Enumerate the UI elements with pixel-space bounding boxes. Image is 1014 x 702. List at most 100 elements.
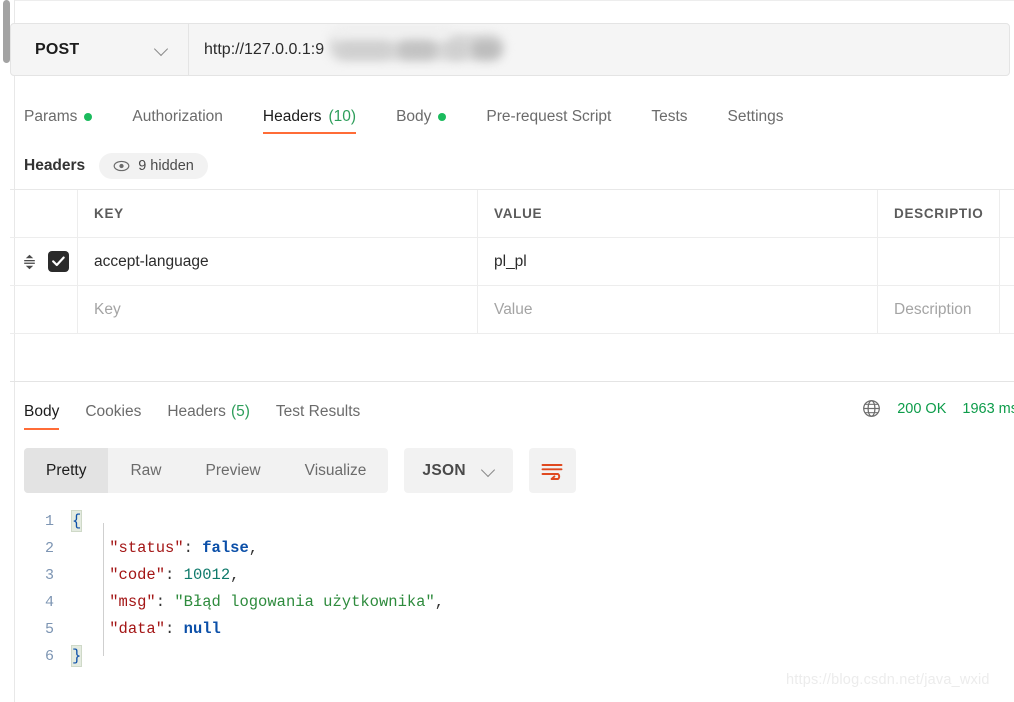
table-header-row: KEY VALUE DESCRIPTIO	[10, 190, 1014, 238]
view-mode-preview[interactable]: Preview	[184, 448, 283, 493]
view-mode-label: Raw	[130, 462, 161, 480]
new-row-key-input[interactable]: Key	[78, 286, 478, 333]
request-tab-headers[interactable]: Headers (10)	[263, 98, 372, 134]
new-row-value-input[interactable]: Value	[478, 286, 878, 333]
response-tab-label: Cookies	[85, 403, 141, 421]
response-tab-headers[interactable]: Headers (5)	[167, 394, 250, 430]
response-time: 1963 ms	[962, 401, 1014, 417]
view-mode-pretty[interactable]: Pretty	[24, 448, 108, 493]
response-tabs: Body Cookies Headers (5) Test Results 200 OK…	[10, 394, 1014, 432]
code-token: ,	[435, 593, 444, 611]
code-token: {	[72, 511, 81, 531]
code-line-content[interactable]: "code": 10012,	[72, 562, 1014, 589]
response-tab-cookies[interactable]: Cookies	[85, 394, 141, 430]
header-cell-controls	[10, 190, 78, 237]
code-line-content[interactable]: "msg": "Błąd logowania użytkownika",	[72, 589, 1014, 616]
code-token: }	[72, 646, 81, 666]
table-row[interactable]: accept-language pl_pl	[10, 238, 1014, 286]
code-line: 1{	[10, 508, 1014, 535]
view-mode-visualize[interactable]: Visualize	[283, 448, 389, 493]
scrollbar-thumb[interactable]	[3, 0, 10, 63]
request-tab-authorization[interactable]: Authorization	[132, 98, 238, 134]
new-row-description-placeholder: Description	[894, 301, 972, 319]
hidden-headers-toggle[interactable]: 9 hidden	[99, 153, 208, 179]
request-tab-body[interactable]: Body	[396, 98, 462, 134]
drag-handle-icon[interactable]	[22, 254, 37, 270]
code-token: :	[184, 539, 203, 557]
request-tab-params[interactable]: Params	[24, 98, 108, 134]
active-tab-underline	[263, 132, 356, 135]
response-tab-body[interactable]: Body	[24, 394, 59, 430]
code-line-number: 5	[10, 616, 72, 643]
request-tab-label: Body	[396, 108, 431, 126]
code-line-content[interactable]: }	[72, 643, 1014, 670]
url-text: http://127.0.0.1:9	[204, 41, 324, 59]
wrap-lines-icon	[541, 462, 563, 480]
code-token: "data"	[109, 620, 165, 638]
column-header-value: VALUE	[478, 190, 878, 237]
url-bar: POST http://127.0.0.1:9	[10, 23, 1010, 76]
response-body-code-viewer[interactable]: 1{2 "status": false,3 "code": 10012,4 "m…	[10, 508, 1014, 694]
view-mode-label: Visualize	[305, 462, 367, 480]
code-line-content[interactable]: {	[72, 508, 1014, 535]
response-tab-label: Headers	[167, 403, 226, 421]
request-tab-label: Headers	[263, 108, 322, 126]
code-line: 4 "msg": "Błąd logowania użytkownika",	[10, 589, 1014, 616]
code-token: "status"	[109, 539, 183, 557]
response-view-mode-group: Pretty Raw Preview Visualize	[24, 448, 388, 493]
row-key-input[interactable]: accept-language	[78, 238, 478, 285]
code-token: :	[165, 566, 184, 584]
row-description-input[interactable]	[878, 238, 1000, 285]
response-tab-label: Body	[24, 403, 59, 421]
request-tab-label: Pre-request Script	[486, 108, 611, 126]
table-row-new[interactable]: Key Value Description	[10, 286, 1014, 334]
code-line: 3 "code": 10012,	[10, 562, 1014, 589]
wrap-lines-button[interactable]	[529, 448, 576, 493]
code-indent-guide	[103, 523, 104, 656]
globe-icon	[862, 399, 881, 418]
row-value-input[interactable]: pl_pl	[478, 238, 878, 285]
code-line-content[interactable]: "data": null	[72, 616, 1014, 643]
response-tab-test-results[interactable]: Test Results	[276, 394, 360, 430]
view-mode-raw[interactable]: Raw	[108, 448, 183, 493]
column-header-key: KEY	[78, 190, 478, 237]
chevron-down-icon	[482, 464, 495, 477]
code-line: 2 "status": false,	[10, 535, 1014, 562]
request-tab-tests[interactable]: Tests	[651, 98, 703, 134]
headers-table: KEY VALUE DESCRIPTIO accept-language	[10, 189, 1014, 334]
headers-section-title: Headers	[24, 157, 85, 175]
request-tab-pre-request-script[interactable]: Pre-request Script	[486, 98, 627, 134]
hidden-headers-label: 9 hidden	[138, 158, 194, 174]
row-controls-new	[10, 286, 78, 333]
code-line-number: 4	[10, 589, 72, 616]
column-header-key-label: KEY	[94, 206, 124, 221]
new-row-description-input[interactable]: Description	[878, 286, 1000, 333]
http-method-select[interactable]: POST	[11, 24, 189, 75]
row-enabled-checkbox[interactable]	[48, 251, 69, 272]
check-icon	[52, 256, 65, 267]
new-row-value-placeholder: Value	[494, 301, 533, 319]
request-tab-settings[interactable]: Settings	[728, 98, 800, 134]
headers-subbar: Headers 9 hidden	[10, 148, 1010, 184]
request-tab-label: Tests	[651, 108, 687, 126]
column-header-description-label: DESCRIPTIO	[894, 206, 984, 221]
view-mode-label: Preview	[206, 462, 261, 480]
code-line: 6}	[10, 643, 1014, 670]
response-language-label: JSON	[422, 462, 465, 480]
response-language-select[interactable]: JSON	[404, 448, 512, 493]
request-tab-count: (10)	[328, 108, 356, 126]
code-line-content[interactable]: "status": false,	[72, 535, 1014, 562]
response-splitter[interactable]	[10, 381, 1014, 382]
code-line-number: 2	[10, 535, 72, 562]
watermark: https://blog.csdn.net/java_wxid	[786, 672, 990, 688]
eye-icon	[113, 160, 130, 172]
code-token: ,	[230, 566, 239, 584]
url-input[interactable]: http://127.0.0.1:9	[189, 24, 1009, 75]
response-tab-count: (5)	[231, 403, 250, 421]
code-token: null	[184, 620, 221, 638]
code-token: 10012	[184, 566, 231, 584]
code-token: false	[202, 539, 249, 557]
response-status-code: 200 OK	[897, 401, 946, 417]
request-tab-label: Params	[24, 108, 77, 126]
pane-top-divider	[15, 0, 1014, 1]
